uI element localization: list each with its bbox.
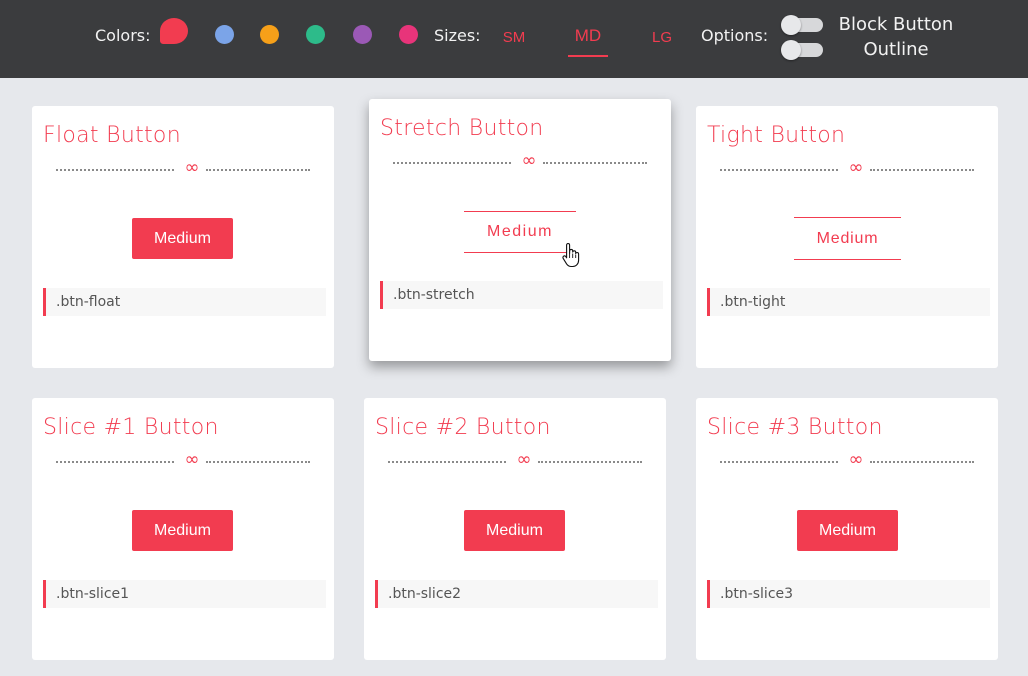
swatch-pink[interactable] bbox=[399, 25, 418, 44]
swatch-orange[interactable] bbox=[260, 25, 279, 44]
swatch-red[interactable] bbox=[160, 18, 188, 44]
infinity-icon: ∞ bbox=[184, 157, 200, 178]
infinity-icon: ∞ bbox=[521, 150, 537, 171]
infinity-icon: ∞ bbox=[184, 449, 200, 470]
size-lg-button[interactable]: LG bbox=[648, 29, 676, 46]
slice3-medium-button[interactable]: Medium bbox=[797, 510, 898, 551]
slice1-medium-button[interactable]: Medium bbox=[132, 510, 233, 551]
tight-medium-button[interactable]: Medium bbox=[794, 217, 901, 260]
toggle-knob bbox=[781, 40, 801, 60]
class-name-snippet: .btn-slice2 bbox=[375, 580, 658, 608]
block-button-toggle[interactable] bbox=[781, 15, 823, 35]
card-title: Slice #2 Button bbox=[375, 415, 551, 440]
infinity-icon: ∞ bbox=[516, 449, 532, 470]
card-title: Tight Button bbox=[707, 123, 846, 148]
infinity-icon: ∞ bbox=[848, 449, 864, 470]
stretch-medium-button[interactable]: Medium bbox=[464, 211, 576, 253]
card-divider: ∞ bbox=[393, 150, 647, 171]
card-float-button: Float Button ∞ Medium .btn-float bbox=[32, 106, 334, 368]
hand-pointer-icon bbox=[562, 242, 580, 268]
size-md-button[interactable]: MD bbox=[570, 26, 606, 46]
swatch-blue[interactable] bbox=[215, 25, 234, 44]
toggle-knob bbox=[781, 15, 801, 35]
card-title: Slice #1 Button bbox=[43, 415, 219, 440]
class-name-snippet: .btn-stretch bbox=[380, 281, 663, 309]
class-name-snippet: .btn-tight bbox=[707, 288, 990, 316]
card-tight-button: Tight Button ∞ Medium .btn-tight bbox=[696, 106, 998, 368]
colors-label: Colors: bbox=[95, 26, 151, 45]
class-name-snippet: .btn-slice1 bbox=[43, 580, 326, 608]
card-slice1-button: Slice #1 Button ∞ Medium .btn-slice1 bbox=[32, 398, 334, 660]
settings-toolbar: Colors: Sizes: SM MD LG Options: Block B… bbox=[0, 0, 1028, 78]
card-divider: ∞ bbox=[56, 449, 310, 470]
class-name-snippet: .btn-slice3 bbox=[707, 580, 990, 608]
class-name-snippet: .btn-float bbox=[43, 288, 326, 316]
card-slice2-button: Slice #2 Button ∞ Medium .btn-slice2 bbox=[364, 398, 666, 660]
slice2-medium-button[interactable]: Medium bbox=[464, 510, 565, 551]
outline-toggle[interactable] bbox=[781, 40, 823, 60]
outline-option-label[interactable]: Outline bbox=[832, 39, 960, 60]
sizes-label: Sizes: bbox=[434, 26, 481, 45]
swatch-green[interactable] bbox=[306, 25, 325, 44]
block-button-option-label[interactable]: Block Button bbox=[832, 14, 960, 35]
card-divider: ∞ bbox=[56, 157, 310, 178]
card-divider: ∞ bbox=[388, 449, 642, 470]
card-stretch-button: Stretch Button ∞ Medium .btn-stretch bbox=[369, 99, 671, 361]
infinity-icon: ∞ bbox=[848, 157, 864, 178]
card-slice3-button: Slice #3 Button ∞ Medium .btn-slice3 bbox=[696, 398, 998, 660]
card-divider: ∞ bbox=[720, 449, 974, 470]
size-md-underline bbox=[568, 55, 608, 57]
card-divider: ∞ bbox=[720, 157, 974, 178]
size-sm-button[interactable]: SM bbox=[500, 29, 528, 46]
card-title: Slice #3 Button bbox=[707, 415, 883, 440]
card-title: Float Button bbox=[43, 123, 181, 148]
swatch-purple[interactable] bbox=[353, 25, 372, 44]
card-title: Stretch Button bbox=[380, 116, 544, 141]
options-label: Options: bbox=[701, 26, 769, 45]
float-medium-button[interactable]: Medium bbox=[132, 218, 233, 259]
